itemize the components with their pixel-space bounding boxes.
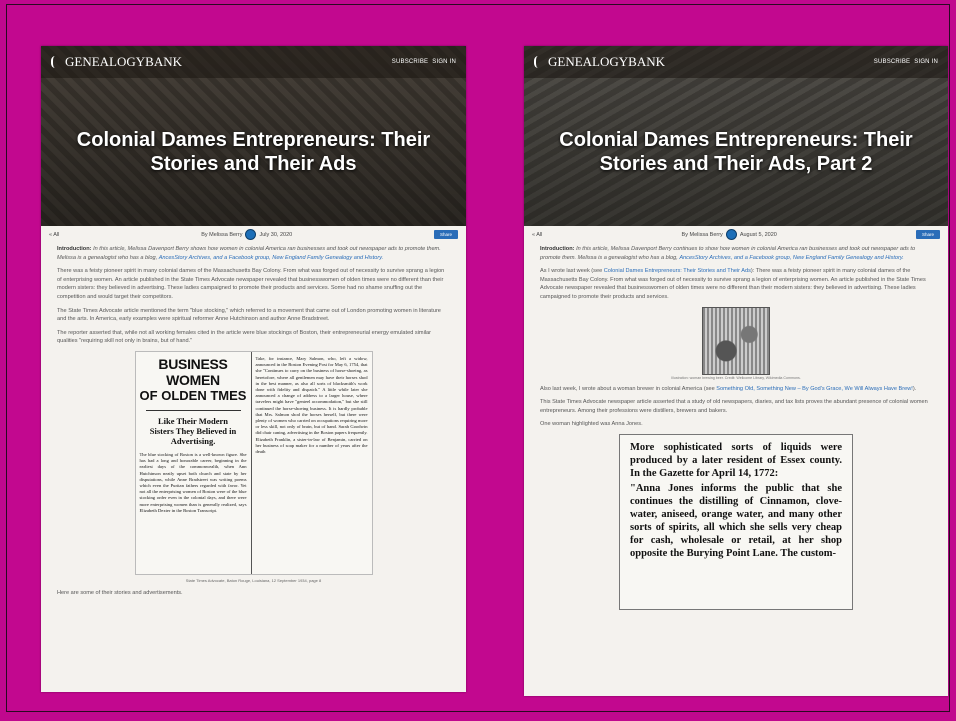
top-bar: GENEALOGYBANK SUBSCRIBE SIGN IN <box>524 46 948 78</box>
brewing-illustration <box>702 306 770 375</box>
intro-links[interactable]: AncesStory Archives, and a Facebook grou… <box>679 255 903 261</box>
clipping-line-2: "Anna Jones informs the public that she … <box>630 482 842 559</box>
share-button[interactable]: Share <box>915 230 940 239</box>
publish-date: August 5, 2020 <box>739 231 777 238</box>
author-avatar <box>725 229 737 240</box>
logo-icon <box>51 56 61 68</box>
intro-label: Introduction: <box>540 246 575 252</box>
part-1-link[interactable]: Colonial Dames Entrepreneurs: Their Stor… <box>604 268 751 274</box>
clipping-line-1: More sophisticated sorts of liquids were… <box>630 441 842 479</box>
paragraph-3: The reporter asserted that, while not al… <box>57 329 432 345</box>
clipping-headline-1: BUSINESS WOMEN <box>158 355 228 388</box>
article-title: Colonial Dames Entrepreneurs: Their Stor… <box>76 129 431 175</box>
byline-bar: « All By Melissa Berry July 30, 2020 Sha… <box>41 226 466 243</box>
author-avatar <box>245 229 257 240</box>
byline: By Melissa Berry July 30, 2020 <box>201 229 292 240</box>
paragraph-1: As I wrote last week (see Colonial Dames… <box>540 267 932 301</box>
paragraph-1: There was a feisty pioneer spirit in man… <box>57 268 445 300</box>
logo-text: GENEALOGYBANK <box>65 54 182 69</box>
clipping-text-1: The blue stocking of Boston is a well-kn… <box>139 451 247 513</box>
clipping-text-2: Take, for instance, Mary Salmon, who, le… <box>255 355 368 454</box>
intro-links[interactable]: AncesStory Archives, and a Facebook grou… <box>159 255 383 261</box>
hero-banner: GENEALOGYBANK SUBSCRIBE SIGN IN Colonial… <box>524 46 948 226</box>
share-button[interactable]: Share <box>433 230 458 239</box>
subscribe-link[interactable]: SUBSCRIBE <box>874 59 910 65</box>
hero-banner: GENEALOGYBANK SUBSCRIBE SIGN IN Colonial… <box>41 46 466 226</box>
sign-in-link[interactable]: SIGN IN <box>914 59 938 65</box>
p2-lead: Also last week, I wrote about a woman br… <box>540 385 715 392</box>
back-all-link[interactable]: « All <box>532 232 542 238</box>
author-name[interactable]: By Melissa Berry <box>682 232 723 238</box>
top-bar: GENEALOGYBANK SUBSCRIBE SIGN IN <box>41 46 466 78</box>
intro-paragraph: Introduction: In this article, Melissa D… <box>57 245 450 262</box>
publish-date: July 30, 2020 <box>259 231 293 238</box>
paragraph-4: One woman highlighted was Anna Jones. <box>540 421 643 428</box>
newspaper-clipping: More sophisticated sorts of liquids were… <box>619 433 853 610</box>
clipping-column-1: BUSINESS WOMEN OF OLDEN TMES Like Their … <box>136 351 252 574</box>
logo-icon <box>534 56 544 68</box>
clipping-subhead: Like Their Modern Sisters They Believed … <box>145 409 241 446</box>
p2-end: ). <box>912 385 917 392</box>
intro-label: Introduction: <box>57 246 92 252</box>
sign-in-link[interactable]: SIGN IN <box>432 59 456 65</box>
p1-lead: As I wrote last week (see <box>540 268 603 275</box>
site-logo[interactable]: GENEALOGYBANK <box>51 54 182 70</box>
byline: By Melissa Berry August 5, 2020 <box>682 229 777 240</box>
article-title: Colonial Dames Entrepreneurs: Their Stor… <box>559 129 913 175</box>
paragraph-2: The State Times Advocate article mention… <box>57 307 441 323</box>
clipping-headline-2: OF OLDEN TMES <box>139 387 247 403</box>
top-nav: SUBSCRIBE SIGN IN <box>874 59 938 65</box>
paragraph-2: Also last week, I wrote about a woman br… <box>540 385 932 394</box>
intro-paragraph: Introduction: In this article, Melissa D… <box>540 245 932 262</box>
closing-paragraph: Here are some of their stories and adver… <box>57 589 183 596</box>
article-body: Introduction: In this article, Melissa D… <box>41 243 466 604</box>
logo-text: GENEALOGYBANK <box>548 54 665 69</box>
brew-article-link[interactable]: Something Old, Something New – By God's … <box>716 386 913 392</box>
clipping-caption: State Times Advocate, Baton Rouge, Louis… <box>185 577 322 583</box>
illustration-caption: Illustration: woman brewing beer. Credit… <box>671 375 801 380</box>
newspaper-clipping: BUSINESS WOMEN OF OLDEN TMES Like Their … <box>134 350 373 575</box>
byline-bar: « All By Melissa Berry August 5, 2020 Sh… <box>524 226 948 243</box>
top-nav: SUBSCRIBE SIGN IN <box>392 59 456 65</box>
subscribe-link[interactable]: SUBSCRIBE <box>392 59 428 65</box>
author-name[interactable]: By Melissa Berry <box>201 232 242 238</box>
article-body: Introduction: In this article, Melissa D… <box>524 243 948 614</box>
back-all-link[interactable]: « All <box>49 232 59 238</box>
article-card-part-2: GENEALOGYBANK SUBSCRIBE SIGN IN Colonial… <box>524 46 948 696</box>
site-logo[interactable]: GENEALOGYBANK <box>534 54 665 70</box>
article-card-part-1: GENEALOGYBANK SUBSCRIBE SIGN IN Colonial… <box>41 46 466 692</box>
paragraph-3: This State Times Advocate newspaper arti… <box>540 399 928 414</box>
